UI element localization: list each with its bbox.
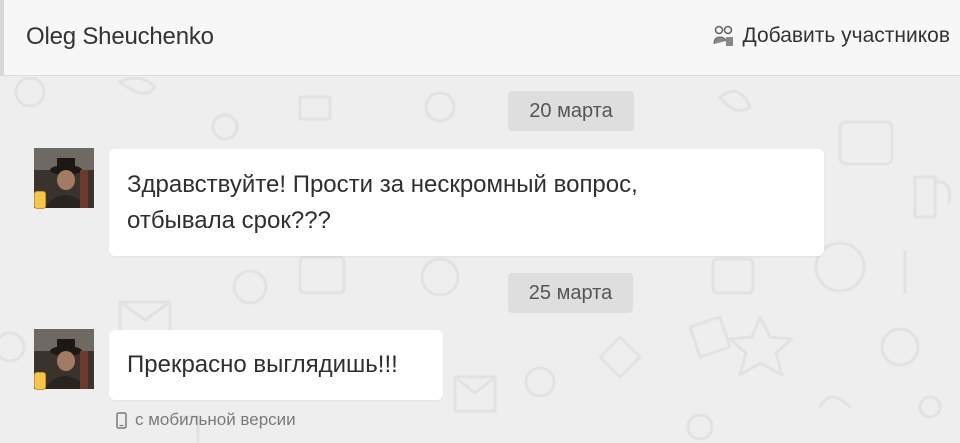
chat-header: Oleg Sheuchenko Добавить участников	[0, 0, 960, 76]
message-line: отбывала срок???	[127, 207, 331, 234]
message-line: Прекрасно выглядишь!!!	[127, 351, 398, 378]
date-separator: 25 марта	[508, 273, 633, 313]
mobile-device-icon	[34, 191, 46, 209]
add-participants-label: Добавить участников	[742, 24, 950, 47]
chat-window: Oleg Sheuchenko Добавить участников 20 м…	[0, 0, 960, 443]
message-bubble: Здравствуйте! Прости за нескромный вопро…	[109, 149, 824, 256]
mobile-version-text: с мобильной версии	[135, 410, 296, 429]
mobile-device-icon	[34, 372, 46, 390]
message-line: Здравствуйте! Прости за нескромный вопро…	[127, 171, 638, 198]
mobile-version-note: с мобильной версии	[116, 410, 296, 430]
chat-title: Oleg Sheuchenko	[26, 23, 214, 50]
add-participants-icon	[713, 25, 733, 46]
date-separator: 20 марта	[508, 91, 634, 131]
add-participants-button[interactable]: Добавить участников	[713, 24, 950, 48]
message-bubble: Прекрасно выглядишь!!!	[109, 330, 443, 400]
phone-icon	[116, 411, 127, 429]
